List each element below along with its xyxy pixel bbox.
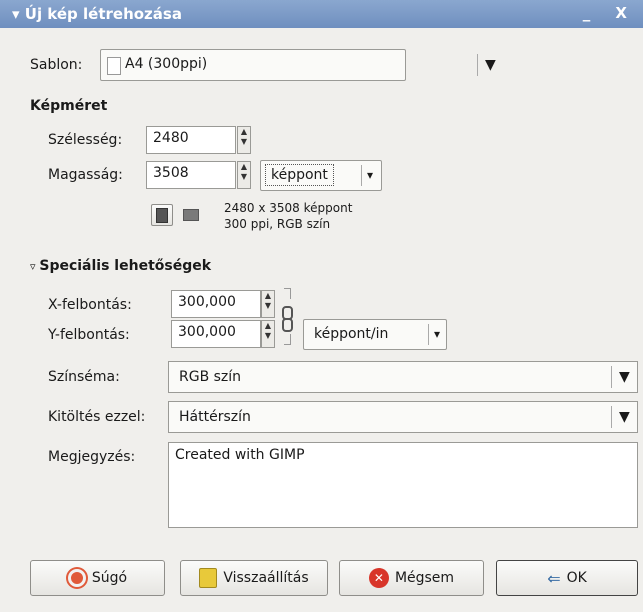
- window-title: ▾ Új kép létrehozása: [12, 5, 182, 23]
- cancel-button-label: Mégsem: [394, 570, 455, 586]
- cancel-button[interactable]: ✕ Mégsem: [339, 560, 484, 596]
- comment-label: Megjegyzés:: [48, 449, 136, 465]
- width-spinner[interactable]: ▲ ▼: [237, 126, 251, 154]
- help-button[interactable]: Súgó: [30, 560, 165, 596]
- template-combo[interactable]: A4 (300ppi) ▼: [100, 49, 496, 81]
- colorspace-label: Színséma:: [48, 369, 120, 385]
- chevron-down-icon: ▾: [434, 327, 441, 341]
- fill-value: Háttérszín: [179, 409, 251, 425]
- fill-combo[interactable]: Háttérszín ▼: [168, 401, 638, 433]
- chevron-down-icon: ▼: [485, 57, 496, 73]
- image-size-heading: Képméret: [30, 98, 108, 114]
- yres-label: Y-felbontás:: [48, 327, 130, 343]
- window-controls[interactable]: _ X: [583, 4, 637, 22]
- advanced-options-expander[interactable]: ▿ Speciális lehetőségek: [30, 258, 211, 274]
- template-label: Sablon:: [30, 57, 83, 73]
- colorspace-combo[interactable]: RGB szín ▼: [168, 361, 638, 393]
- height-input[interactable]: 3508: [146, 161, 236, 189]
- xres-spinner[interactable]: ▲ ▼: [261, 290, 275, 318]
- chevron-down-icon: ▼: [619, 409, 630, 425]
- document-icon: [107, 57, 121, 75]
- height-label: Magasság:: [48, 167, 123, 183]
- lifebuoy-icon: [67, 569, 86, 587]
- xres-input[interactable]: 300,000: [171, 290, 261, 318]
- reset-button[interactable]: Visszaállítás: [180, 560, 328, 596]
- landscape-button[interactable]: [180, 204, 202, 226]
- ok-button-label: OK: [566, 570, 587, 586]
- xres-label: X-felbontás:: [48, 297, 132, 313]
- resolution-unit-value: képpont/in: [314, 326, 389, 342]
- cancel-icon: ✕: [368, 568, 389, 588]
- reset-icon: [199, 568, 218, 588]
- portrait-button[interactable]: [151, 204, 173, 226]
- yres-spinner[interactable]: ▲ ▼: [261, 320, 275, 348]
- chain-link-icon[interactable]: [280, 288, 294, 346]
- yres-input[interactable]: 300,000: [171, 320, 261, 348]
- fill-label: Kitöltés ezzel:: [48, 409, 146, 425]
- title-bar[interactable]: ▾ Új kép létrehozása _ X: [0, 0, 643, 28]
- ok-button[interactable]: ⇐ OK: [496, 560, 638, 596]
- size-info-line2: 300 ppi, RGB szín: [224, 217, 331, 231]
- width-input[interactable]: 2480: [146, 126, 236, 154]
- size-info-line1: 2480 x 3508 képpont: [224, 201, 353, 215]
- width-label: Szélesség:: [48, 132, 123, 148]
- template-value: A4 (300ppi): [125, 56, 208, 72]
- landscape-icon: [183, 209, 199, 221]
- height-spinner[interactable]: ▲ ▼: [237, 161, 251, 189]
- comment-textarea[interactable]: Created with GIMP: [168, 442, 638, 528]
- size-unit-value: képpont: [265, 164, 334, 186]
- chevron-down-icon: ▾: [367, 168, 374, 182]
- size-unit-combo[interactable]: képpont ▾: [260, 160, 382, 191]
- portrait-icon: [156, 207, 168, 223]
- resolution-unit-combo[interactable]: képpont/in ▾: [303, 319, 447, 350]
- colorspace-value: RGB szín: [179, 369, 242, 385]
- reset-button-label: Visszaállítás: [223, 570, 309, 586]
- help-button-label: Súgó: [91, 570, 128, 586]
- chevron-down-icon: ▼: [619, 369, 630, 385]
- ok-arrow-icon: ⇐: [547, 568, 561, 588]
- expander-arrow-icon: ▿: [30, 260, 40, 273]
